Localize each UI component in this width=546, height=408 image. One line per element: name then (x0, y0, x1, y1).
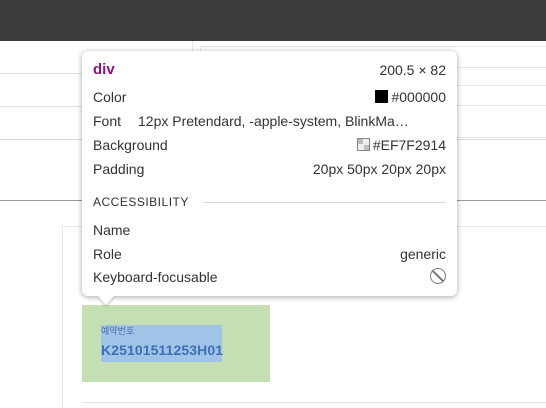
color-label: Color (93, 89, 127, 105)
accessibility-section-header: ACCESSIBILITY (93, 192, 446, 212)
blocked-icon (430, 267, 446, 287)
color-value: #000000 (391, 89, 446, 105)
top-toolbar (0, 0, 546, 41)
padding-value: 20px 50px 20px 20px (312, 161, 446, 177)
font-label: Font (93, 113, 122, 129)
reservation-number-value: K25101511253H01 (101, 342, 224, 358)
section-divider (203, 202, 446, 203)
a11y-role-row: Role generic (93, 244, 446, 264)
element-dimensions: 200.5 × 82 (379, 62, 446, 78)
element-tag-name: div (93, 61, 115, 78)
a11y-focusable-row: Keyboard-focusable (93, 267, 446, 287)
a11y-role-label: Role (93, 246, 122, 262)
color-swatch-icon (375, 90, 389, 103)
tooltip-arrow (97, 295, 115, 305)
accessibility-title: ACCESSIBILITY (93, 195, 189, 209)
background-value: #EF7F2914 (372, 137, 446, 153)
inspector-tooltip: div 200.5 × 82 Color #000000 Font 12px P… (82, 51, 457, 296)
inspected-element-padding[interactable]: 예약번호 K25101511253H01 (82, 305, 270, 382)
background-row: Background #EF7F2914 (93, 135, 446, 155)
a11y-role-value: generic (400, 246, 446, 262)
inspected-element-content: 예약번호 K25101511253H01 (101, 325, 224, 362)
tooltip-header: div 200.5 × 82 (93, 60, 446, 80)
background-label: Background (93, 137, 168, 153)
a11y-focusable-label: Keyboard-focusable (93, 269, 218, 285)
a11y-name-row: Name (93, 220, 446, 240)
color-row: Color #000000 (93, 87, 446, 107)
padding-row: Padding 20px 50px 20px 20px (93, 159, 446, 179)
font-row: Font 12px Pretendard, -apple-system, Bli… (93, 111, 446, 131)
background-divider (82, 402, 546, 403)
background-swatch-icon (356, 138, 370, 151)
reservation-number-label: 예약번호 (101, 326, 135, 336)
color-value-wrap: #000000 (375, 87, 446, 107)
a11y-name-label: Name (93, 222, 131, 238)
font-value: 12px Pretendard, -apple-system, BlinkMa… (138, 113, 409, 129)
background-value-wrap: #EF7F2914 (356, 135, 446, 155)
padding-label: Padding (93, 161, 145, 177)
